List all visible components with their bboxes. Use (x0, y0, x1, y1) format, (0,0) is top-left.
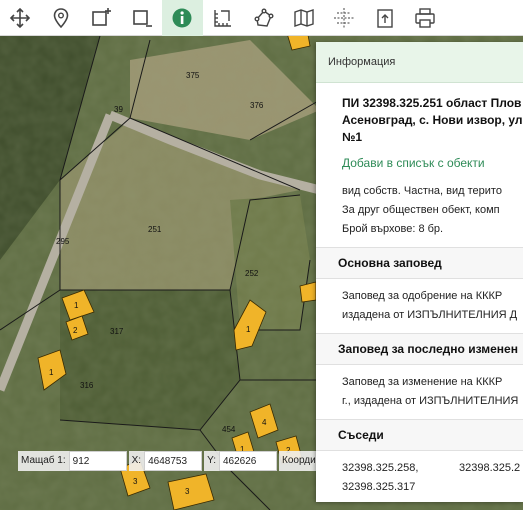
parcel-title-line: Асеновград, с. Нови извор, ул. (342, 113, 523, 127)
building-number: 1 (49, 368, 54, 377)
layers-map-button[interactable] (284, 0, 325, 36)
parcel-number: 39 (114, 105, 123, 114)
property-line: Брой върхове: 8 бр. (342, 223, 444, 235)
parcel-title: ПИ 32398.325.251 област Плов Асеновград,… (316, 83, 523, 146)
change-line: Заповед за изменение на КККР (342, 376, 503, 388)
scale-input[interactable]: 912 (68, 451, 127, 471)
order-line: издадена от ИЗПЪЛНИТЕЛНИЯ Д (342, 309, 518, 321)
parcel-title-line: №1 (342, 130, 363, 144)
x-coordinate-field[interactable]: 4648753 (144, 451, 203, 471)
parcel-title-line: ПИ 32398.325.251 област Плов (342, 96, 522, 110)
property-line: вид собств. Частна, вид терито (342, 185, 502, 197)
add-to-list-link[interactable]: Добави в списък с обекти (316, 146, 523, 170)
order-line: Заповед за одобрение на КККР (342, 290, 503, 302)
crosshair-tool-button[interactable] (324, 0, 365, 36)
neighbor-link[interactable]: 32398.325.317 (342, 478, 459, 497)
building-number: 2 (73, 326, 78, 335)
parcel-number: 454 (222, 425, 236, 434)
export-button[interactable] (365, 0, 406, 36)
info-icon (172, 8, 192, 27)
info-tool-button[interactable] (162, 0, 203, 36)
add-area-button[interactable] (81, 0, 122, 36)
map-toolbar (0, 0, 523, 36)
polygon-icon (254, 8, 274, 27)
parcel-number: 252 (245, 269, 259, 278)
coordinates-bar: Мащаб 1: 912 X: 4648753 Y: 462626 Коорди… (18, 451, 327, 471)
parcel-number: 375 (186, 71, 200, 80)
measure-icon (214, 9, 231, 27)
polygon-tool-button[interactable] (243, 0, 284, 36)
info-panel-title: Информация (328, 56, 396, 68)
parcel-number: 251 (148, 225, 162, 234)
parcel-number: 376 (250, 101, 264, 110)
x-label: X: (128, 451, 145, 471)
move-tool-button[interactable] (0, 0, 41, 36)
building-number: 1 (74, 301, 79, 310)
y-label: Y: (204, 451, 219, 471)
info-panel: Информация ПИ 32398.325.251 област Плов … (316, 42, 523, 502)
add-area-icon (92, 7, 112, 26)
change-line: г., издадена от ИЗПЪЛНИТЕЛНИЯ (342, 395, 519, 407)
neighbors-list: 32398.325.258, 32398.325.2 32398.325.317 (316, 451, 523, 497)
parcel-properties: вид собств. Частна, вид терито За друг о… (316, 170, 523, 239)
property-line: За друг обществен обект, комп (342, 204, 500, 216)
print-icon (415, 7, 435, 28)
main-order-heading[interactable]: Основна заповед (316, 247, 523, 279)
print-button[interactable] (405, 0, 446, 36)
layers-map-icon (294, 8, 314, 27)
building-number: 3 (185, 487, 190, 496)
scale-label: Мащаб 1: (18, 451, 69, 471)
neighbor-link[interactable]: 32398.325.2 (459, 459, 523, 478)
main-order-text: Заповед за одобрение на КККР издадена от… (316, 279, 523, 325)
neighbor-link[interactable]: 32398.325.258, (342, 459, 459, 478)
export-icon (377, 8, 393, 28)
parcel-number: 317 (110, 327, 124, 336)
pin-icon (53, 7, 69, 28)
move-icon (10, 7, 31, 28)
remove-area-icon (132, 9, 152, 27)
building-number: 4 (262, 418, 267, 427)
y-coordinate-field[interactable]: 462626 (219, 451, 277, 471)
building (299, 281, 317, 303)
neighbors-heading[interactable]: Съседи (316, 419, 523, 451)
pin-tool-button[interactable] (41, 0, 82, 36)
remove-area-button[interactable] (122, 0, 163, 36)
measure-tool-button[interactable] (203, 0, 244, 36)
crosshair-icon (334, 7, 355, 28)
info-panel-header: Информация (316, 42, 523, 83)
parcel-number: 295 (56, 237, 70, 246)
building-number: 3 (133, 477, 138, 486)
building-number: 1 (246, 325, 251, 334)
parcel-number: 316 (80, 381, 94, 390)
last-change-text: Заповед за изменение на КККР г., издаден… (316, 365, 523, 411)
last-change-heading[interactable]: Заповед за последно изменен (316, 333, 523, 365)
